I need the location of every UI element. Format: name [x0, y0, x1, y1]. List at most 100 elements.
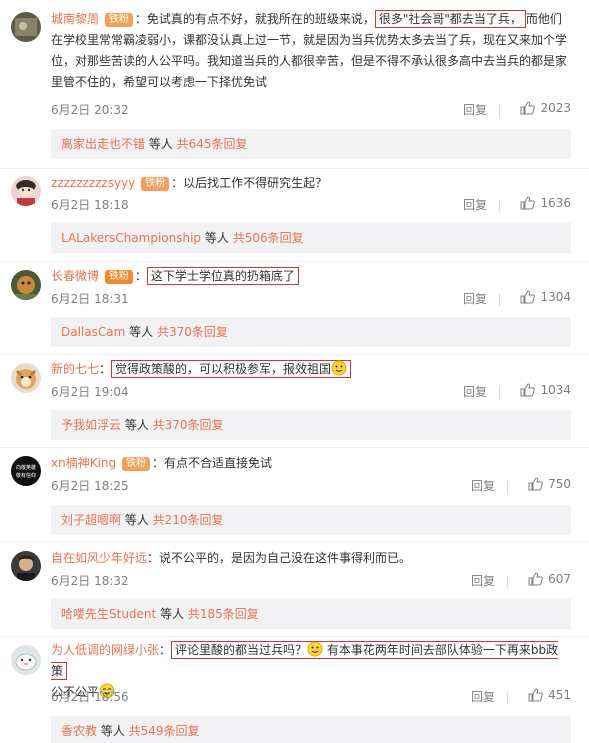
comment-meta: 6月2日 19:04 回复 1034: [51, 383, 571, 403]
avatar-image: 向敬英雄敬有信仰: [11, 456, 41, 486]
thumbs-up-icon: [528, 572, 543, 586]
timestamp: 6月2日 18:31: [51, 292, 129, 306]
sub-reply-mid: 等人: [201, 231, 233, 245]
avatar[interactable]: [11, 176, 41, 206]
thumbs-up-icon: [520, 383, 536, 397]
comment-text: ：免试真的有点不好，就我所在的班级来说，: [134, 12, 375, 26]
comment-meta: 6月2日 20:32 回复 2023: [51, 101, 571, 121]
sub-reply-mid: 等人: [156, 607, 188, 621]
sub-replies-box[interactable]: 哈喽先生Student 等人 共185条回复: [51, 599, 571, 629]
reply-button[interactable]: 回复: [463, 101, 487, 118]
divider: [0, 168, 589, 169]
sub-reply-mid: 等人: [121, 513, 153, 527]
fan-badge: 铁粉: [121, 457, 150, 471]
reply-button[interactable]: 回复: [471, 572, 495, 589]
reply-button[interactable]: 回复: [471, 688, 495, 705]
sub-reply-count[interactable]: 共185条回复: [188, 607, 259, 621]
avatar[interactable]: [11, 551, 41, 581]
reply-button[interactable]: 回复: [463, 383, 487, 400]
avatar[interactable]: [11, 12, 41, 42]
like-count: 2023: [540, 101, 571, 115]
separator: [507, 576, 508, 588]
sub-reply-count[interactable]: 共645条回复: [177, 137, 248, 151]
separator: [499, 105, 500, 117]
smile-emoji-icon: [331, 360, 347, 376]
avatar[interactable]: [11, 270, 41, 300]
like-button[interactable]: 607: [528, 572, 571, 586]
username-link[interactable]: zzzzzzzzzsyyy: [51, 176, 135, 190]
comment-body: 自在如风少年好远：说不公平的，是因为自己没在这件事得利而已。: [51, 548, 571, 569]
sub-reply-user[interactable]: DallasCam: [61, 325, 125, 339]
username-link[interactable]: 新的七七: [51, 362, 99, 376]
comment-meta: 6月2日 18:32 回复 607: [51, 572, 571, 592]
sub-replies-box[interactable]: DallasCam 等人 共370条回复: [51, 317, 571, 347]
username-link[interactable]: 自在如风少年好远: [51, 551, 147, 565]
username-link[interactable]: 为人低调的网绿小张: [51, 643, 159, 657]
sub-reply-count[interactable]: 共370条回复: [153, 418, 224, 432]
sub-reply-count[interactable]: 共370条回复: [157, 325, 228, 339]
avatar-text: 向敬英雄: [16, 464, 36, 471]
reply-button[interactable]: 回复: [463, 196, 487, 213]
sub-reply-mid: 等人: [125, 325, 157, 339]
avatar[interactable]: 向敬英雄 敬有信仰: [11, 456, 41, 486]
thumbs-up-icon: [528, 688, 543, 702]
like-button[interactable]: 1304: [520, 290, 571, 304]
sub-reply-user[interactable]: 哈喽先生Student: [61, 607, 156, 621]
like-button[interactable]: 1034: [520, 383, 571, 397]
like-count: 451: [548, 688, 571, 702]
thumbs-up-icon: [520, 101, 536, 115]
divider: [0, 636, 589, 637]
divider: [0, 541, 589, 542]
like-button[interactable]: 750: [528, 477, 571, 491]
separator: [499, 294, 500, 306]
like-count: 750: [548, 477, 571, 491]
sub-replies-box[interactable]: 予我如浮云 等人 共370条回复: [51, 410, 571, 440]
like-count: 607: [548, 572, 571, 586]
sub-reply-user[interactable]: 予我如浮云: [61, 418, 121, 432]
like-button[interactable]: 451: [528, 688, 571, 702]
sub-reply-count[interactable]: 共506条回复: [233, 231, 304, 245]
reply-button[interactable]: 回复: [463, 290, 487, 307]
comment-meta: 6月2日 18:25 回复 750: [51, 477, 571, 497]
timestamp: 6月2日 20:32: [51, 103, 129, 117]
sub-replies-box[interactable]: LALakersChampionship 等人 共506条回复: [51, 223, 571, 253]
comment-text: 觉得政策酸的，可以积极参军，报效祖国: [115, 362, 332, 376]
like-button[interactable]: 2023: [520, 101, 571, 115]
comment-text: ：有点不合适直接免试: [151, 456, 272, 470]
avatar[interactable]: [11, 363, 41, 393]
sub-reply-user[interactable]: 刘子超嗯啊: [61, 513, 121, 527]
sub-reply-mid: 等人: [145, 137, 177, 151]
separator: [507, 481, 508, 493]
fan-badge: 铁粉: [104, 13, 133, 27]
separator: [507, 692, 508, 704]
sub-reply-count[interactable]: 共549条回复: [129, 724, 200, 738]
comment-meta: 6月2日 18:56 回复 451: [51, 688, 571, 708]
sub-replies-box[interactable]: 离家出走也不错 等人 共645条回复: [51, 129, 571, 159]
sub-reply-count[interactable]: 共210条回复: [153, 513, 224, 527]
username-link[interactable]: xn楠神King: [51, 456, 116, 470]
timestamp: 6月2日 18:56: [51, 690, 129, 704]
divider: [0, 261, 589, 262]
username-link[interactable]: 长春微博: [51, 269, 99, 283]
reply-button[interactable]: 回复: [471, 477, 495, 494]
like-count: 1034: [540, 383, 571, 397]
like-button[interactable]: 1636: [520, 196, 571, 210]
sub-reply-user[interactable]: LALakersChampionship: [61, 231, 201, 245]
like-count: 1636: [540, 196, 571, 210]
sub-reply-user[interactable]: 香农教: [61, 724, 97, 738]
username-link[interactable]: 城南黎周: [51, 12, 99, 26]
sub-replies-box[interactable]: 香农教 等人 共549条回复: [51, 716, 571, 743]
sub-replies-box[interactable]: 刘子超嗯啊 等人 共210条回复: [51, 505, 571, 535]
comment-body: 新的七七： 觉得政策酸的，可以积极参军，报效祖国: [51, 359, 571, 380]
comment-text: 评论里酸的都当过兵吗？: [175, 643, 308, 657]
comment-body: 长春微博 铁粉：这下学士学位真的扔箱底了: [51, 266, 571, 287]
comment-meta: 6月2日 18:31 回复 1304: [51, 290, 571, 310]
divider: [0, 354, 589, 355]
thumbs-up-icon: [520, 290, 536, 304]
smile-emoji-icon: [307, 641, 323, 657]
sub-reply-mid: 等人: [121, 418, 153, 432]
timestamp: 6月2日 19:04: [51, 385, 129, 399]
separator: [499, 200, 500, 212]
sub-reply-user[interactable]: 离家出走也不错: [61, 137, 145, 151]
avatar[interactable]: [11, 645, 41, 675]
